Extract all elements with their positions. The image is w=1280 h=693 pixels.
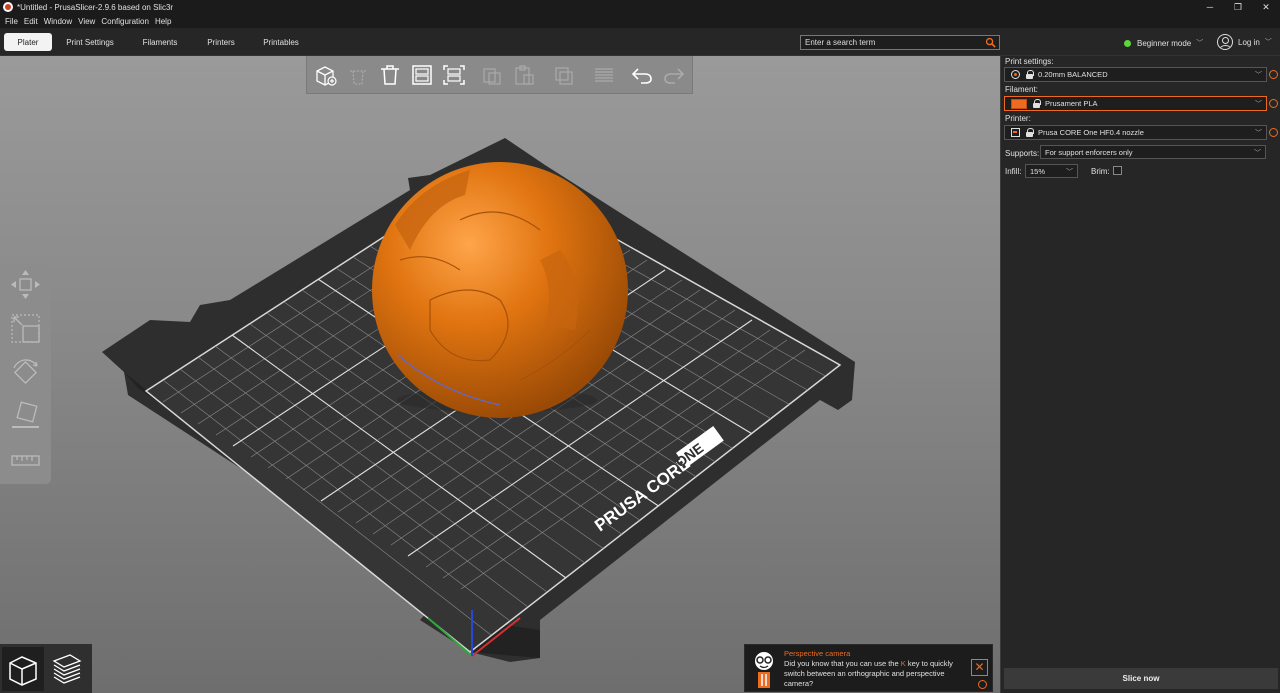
printer-icon <box>1011 128 1020 137</box>
redo-icon[interactable] <box>661 63 687 87</box>
login-label: Log in <box>1238 37 1260 47</box>
tab-filaments[interactable]: Filaments <box>134 33 186 51</box>
chevron-down-icon: ﹀ <box>1255 72 1262 79</box>
filament-gear-icon[interactable] <box>1269 99 1278 108</box>
print-settings-gear-icon[interactable] <box>1269 70 1278 79</box>
filament-label: Filament: <box>1005 85 1038 94</box>
menu-view[interactable]: View <box>77 17 100 26</box>
chevron-down-icon: ﹀ <box>1254 150 1261 157</box>
maximize-button[interactable]: ❐ <box>1224 0 1252 14</box>
place-on-face-icon[interactable] <box>9 400 42 433</box>
close-button[interactable]: ✕ <box>1252 0 1280 14</box>
infill-combo[interactable]: 15% ﹀ <box>1025 164 1078 178</box>
hint-body-text: Did you know that you can use the <box>784 659 901 668</box>
prusaslicer-logo-icon <box>3 2 13 12</box>
tab-plater[interactable]: Plater <box>4 33 52 51</box>
menu-help[interactable]: Help <box>154 17 176 26</box>
tab-printables[interactable]: Printables <box>256 33 306 51</box>
scene-canvas[interactable]: PRUSA CORE ONE <box>0 56 1000 693</box>
printer-gear-icon[interactable] <box>1269 128 1278 137</box>
user-icon <box>1217 34 1233 50</box>
tab-bar: Plater Print Settings Filaments Printers… <box>0 28 1280 56</box>
mode-selector[interactable]: Beginner mode ﹀ <box>1124 38 1203 48</box>
slice-now-button[interactable]: Slice now <box>1004 668 1278 689</box>
printer-combo[interactable]: Prusa CORE One HF0.4 nozzle ﹀ <box>1004 125 1267 140</box>
chevron-down-icon: ﹀ <box>1264 39 1272 46</box>
tab-printers[interactable]: Printers <box>198 33 244 51</box>
title-bar: *Untitled - PrusaSlicer-2.9.6 based on S… <box>0 0 1280 14</box>
settings-sidebar: Print settings: 0.20mm BALANCED ﹀ Filame… <box>1000 56 1280 693</box>
arrange-icon[interactable] <box>409 63 435 87</box>
hint-title: Perspective camera <box>784 649 851 658</box>
brim-checkbox[interactable] <box>1113 166 1122 175</box>
lock-icon <box>1026 128 1034 137</box>
filament-color-swatch[interactable] <box>1011 98 1027 109</box>
paste-icon[interactable] <box>511 63 537 87</box>
lock-icon <box>1026 70 1034 79</box>
print-settings-label: Print settings: <box>1005 57 1054 66</box>
model-sphere[interactable] <box>372 162 628 418</box>
undo-icon[interactable] <box>629 63 655 87</box>
measure-icon[interactable] <box>9 444 42 477</box>
infill-value: 15% <box>1030 166 1046 176</box>
brim-label: Brim: <box>1091 167 1110 176</box>
filament-combo[interactable]: Prusament PLA ﹀ <box>1004 96 1267 111</box>
tab-print-settings[interactable]: Print Settings <box>58 33 122 51</box>
chevron-down-icon: ﹀ <box>1066 169 1073 176</box>
preview-layers-icon[interactable] <box>46 647 88 691</box>
supports-value: For support enforcers only <box>1045 147 1133 157</box>
copy-icon[interactable] <box>479 63 505 87</box>
login-button[interactable]: Log in ﹀ <box>1217 34 1272 50</box>
move-icon[interactable] <box>9 268 42 301</box>
chevron-down-icon: ﹀ <box>1255 130 1262 137</box>
hint-settings-icon[interactable] <box>978 680 987 689</box>
lock-icon <box>1033 99 1041 108</box>
chevron-down-icon: ﹀ <box>1255 101 1262 108</box>
hint-notification: Perspective camera Did you know that you… <box>744 644 993 692</box>
add-icon[interactable] <box>313 63 339 87</box>
printer-label: Printer: <box>1005 114 1031 123</box>
hint-close-button[interactable]: ✕ <box>971 659 988 676</box>
window-controls: ─ ❐ ✕ <box>1196 0 1280 14</box>
filament-value: Prusament PLA <box>1045 99 1098 108</box>
delete-all-icon[interactable] <box>377 63 403 87</box>
print-settings-value: 0.20mm BALANCED <box>1038 70 1108 79</box>
print-settings-combo[interactable]: 0.20mm BALANCED ﹀ <box>1004 67 1267 82</box>
infill-label: Infill: <box>1005 167 1022 176</box>
scale-icon[interactable] <box>9 312 42 345</box>
printer-value: Prusa CORE One HF0.4 nozzle <box>1038 128 1144 137</box>
gizmo-toolbar <box>0 264 51 484</box>
mode-status-icon <box>1124 39 1131 47</box>
chevron-down-icon: ﹀ <box>1196 40 1204 47</box>
system-preset-icon <box>1011 70 1020 79</box>
view-switcher <box>0 644 92 693</box>
supports-combo[interactable]: For support enforcers only ﹀ <box>1040 145 1266 159</box>
menu-bar: File Edit Window View Configuration Help <box>0 14 1280 28</box>
search-placeholder: Enter a search term <box>805 38 876 47</box>
window-title: *Untitled - PrusaSlicer-2.9.6 based on S… <box>17 2 174 12</box>
hint-mascot-icon <box>755 652 773 688</box>
hint-body: Did you know that you can use the K key … <box>784 659 964 689</box>
search-icon[interactable] <box>985 37 996 48</box>
menu-edit[interactable]: Edit <box>23 17 43 26</box>
menu-window[interactable]: Window <box>43 17 77 26</box>
minimize-button[interactable]: ─ <box>1196 0 1224 14</box>
add-instance-icon[interactable] <box>551 63 577 87</box>
menu-configuration[interactable]: Configuration <box>100 17 154 26</box>
top-toolbar <box>306 56 693 94</box>
3d-viewport[interactable]: PRUSA CORE ONE Perspective camera Did yo… <box>0 56 1000 693</box>
split-icon[interactable] <box>591 63 617 87</box>
search-input[interactable]: Enter a search term <box>800 35 1000 50</box>
3d-view-icon[interactable] <box>2 647 44 691</box>
arrange-selection-icon[interactable] <box>441 63 467 87</box>
rotate-icon[interactable] <box>9 356 42 389</box>
menu-file[interactable]: File <box>4 17 23 26</box>
delete-icon[interactable] <box>345 63 371 87</box>
supports-label: Supports: <box>1005 149 1040 158</box>
mode-label: Beginner mode <box>1137 38 1192 48</box>
